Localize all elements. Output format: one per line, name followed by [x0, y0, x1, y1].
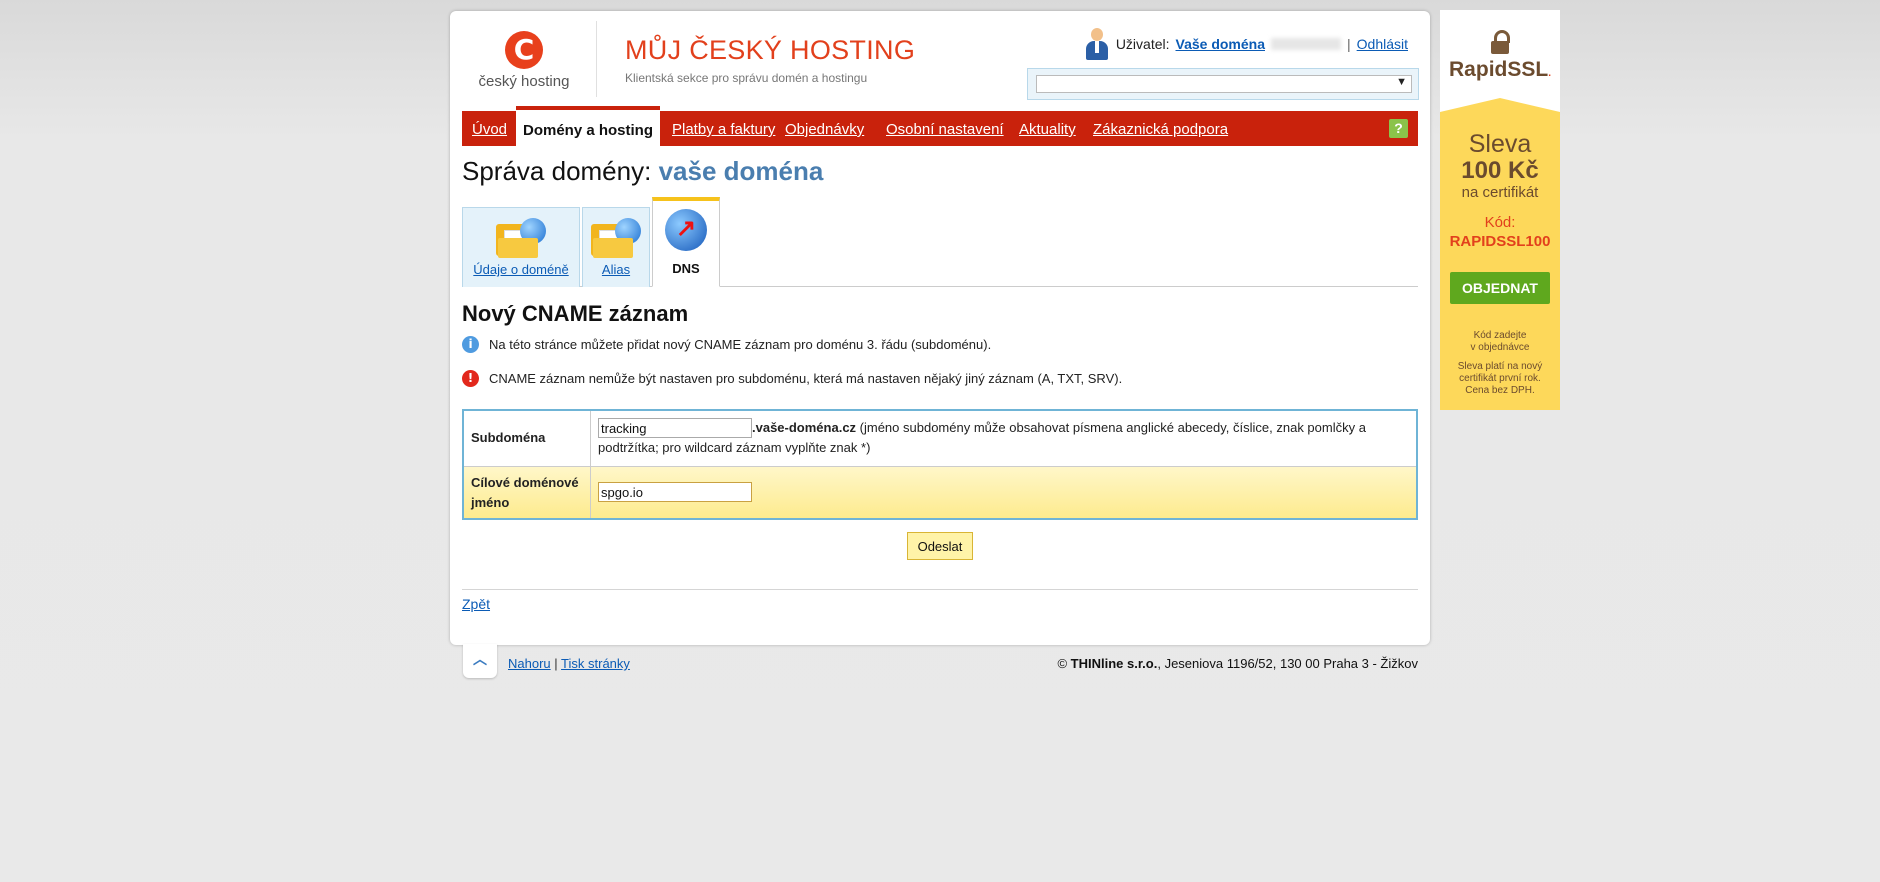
footer-up-link[interactable]: Nahoru [508, 656, 551, 671]
header-title: MŮJ ČESKÝ HOSTING [625, 35, 916, 65]
nav-domeny-a-hosting[interactable]: Domény a hosting [516, 106, 660, 146]
logo-text: český hosting [478, 73, 570, 90]
user-bar: Uživatel: Vaše doména | Odhlásit [1084, 28, 1408, 60]
folder-globe-icon [496, 218, 546, 258]
nav-platby-a-faktury[interactable]: Platby a faktury [672, 121, 775, 138]
ad-brand: RapidSSL. [1440, 58, 1560, 82]
ad-sleva: Sleva [1468, 130, 1532, 158]
tab-udaje-o-domene[interactable]: Údaje o doméně [462, 207, 580, 287]
target-input[interactable] [598, 482, 752, 502]
dns-globe-icon: ↗ [665, 209, 707, 251]
domain-suffix: .vaše-doména.cz [752, 420, 857, 435]
footer-company: THINline s.r.o. [1070, 656, 1158, 671]
ad-note-2a: Sleva platí na nový [1457, 361, 1543, 372]
subdomain-label: Subdoména [471, 430, 546, 445]
tab-dns[interactable]: ↗ DNS [652, 197, 720, 287]
error-text: CNAME záznam nemůže být nastaven pro sub… [489, 371, 1123, 386]
page-title: Správa domény: vaše doména [462, 156, 823, 187]
logout-link[interactable]: Odhlásit [1357, 36, 1408, 52]
copyright-symbol: © [1057, 656, 1068, 671]
info-icon: i [462, 336, 479, 353]
user-name-link[interactable]: Vaše doména [1176, 36, 1266, 52]
ad-code: RAPIDSSL100 [1449, 233, 1551, 250]
section-title: Nový CNAME záznam [462, 301, 689, 326]
ad-brand-mark: . [1548, 68, 1551, 79]
subdomain-hint-block: .vaše-doména.cz (jméno subdomény může ob… [598, 418, 1408, 458]
ad-code-label: Kód: [1484, 214, 1516, 231]
header-subtitle: Klientská sekce pro správu domén a hosti… [625, 71, 868, 85]
main-panel: C český hosting MŮJ ČESKÝ HOSTING Klient… [450, 11, 1430, 645]
user-icon [1084, 28, 1110, 60]
target-row: Cílové doménové jméno [464, 467, 1416, 518]
form-column-divider [590, 411, 591, 518]
footer-links: Nahoru | Tisk stránky [508, 656, 630, 671]
page-title-domain: vaše doména [658, 156, 824, 186]
back-link[interactable]: Zpět [462, 596, 490, 612]
ad-cert: na certifikát [1461, 184, 1539, 201]
nav-osobni-nastaveni[interactable]: Osobní nastavení [886, 121, 1004, 138]
logo-c-icon: C [505, 31, 543, 69]
main-nav: Úvod Domény a hosting Platby a faktury O… [462, 106, 1418, 146]
bottom-divider [462, 589, 1418, 590]
cname-form: Subdoména .vaše-doména.cz (jméno subdomé… [462, 409, 1418, 520]
nav-aktuality[interactable]: Aktuality [1019, 121, 1076, 138]
ad-note-1a: Kód zadejte [1473, 330, 1527, 341]
info-text: Na této stránce můžete přidat nový CNAME… [489, 337, 992, 352]
ad-header [1440, 10, 1560, 98]
tab-alias-label[interactable]: Alias [583, 262, 649, 277]
nav-objednavky[interactable]: Objednávky [785, 121, 864, 138]
target-label: Cílové doménové jméno [471, 475, 579, 510]
footer-sep: | [554, 656, 558, 671]
user-label: Uživatel: [1115, 36, 1170, 52]
info-message: i Na této stránce můžete přidat nový CNA… [462, 336, 991, 353]
dropdown-arrow-icon: ▼ [1396, 76, 1407, 88]
footer-print-link[interactable]: Tisk stránky [561, 656, 630, 671]
warning-icon: ! [462, 370, 479, 387]
subdomain-hint: (jméno subdomény může obsahovat písmena … [598, 420, 1366, 455]
nav-zakaznicka-podpora[interactable]: Zákaznická podpora [1093, 121, 1228, 138]
redacted-text [1271, 38, 1341, 50]
tab-udaje-label[interactable]: Údaje o doméně [463, 262, 579, 277]
nav-uvod[interactable]: Úvod [472, 121, 507, 138]
cesky-hosting-logo[interactable]: C český hosting [476, 31, 572, 90]
rapidssl-ad[interactable]: RapidSSL. Sleva 100 Kč na certifikát Kód… [1440, 10, 1560, 410]
folder-alias-icon [591, 218, 641, 258]
ad-brand-text: RapidSSL [1449, 58, 1549, 81]
ad-note-2c: Cena bez DPH. [1465, 385, 1535, 396]
subdomain-row: Subdoména .vaše-doména.cz (jméno subdomé… [464, 411, 1416, 467]
submit-button[interactable]: Odeslat [907, 532, 973, 560]
footer-address: , Jeseniova 1196/52, 130 00 Praha 3 - Ži… [1157, 656, 1418, 671]
error-message: ! CNAME záznam nemůže být nastaven pro s… [462, 370, 1122, 387]
page-title-prefix: Správa domény: [462, 156, 652, 186]
ad-note-1b: v objednávce [1470, 342, 1530, 353]
ad-amount: 100 Kč [1461, 157, 1539, 184]
domain-select-wrapper: ▼ [1027, 68, 1419, 100]
domain-select[interactable]: ▼ [1036, 75, 1412, 93]
chevron-up-icon[interactable]: ︿ [463, 644, 497, 678]
ad-notch [1440, 98, 1560, 112]
header-divider [596, 21, 597, 97]
footer-copyright: © THINline s.r.o., Jeseniova 1196/52, 13… [1057, 656, 1418, 671]
padlock-icon [1491, 30, 1510, 54]
tab-alias[interactable]: Alias [582, 207, 650, 287]
user-separator: | [1347, 36, 1351, 52]
help-icon[interactable]: ? [1389, 119, 1408, 138]
tab-dns-label: DNS [672, 261, 700, 276]
ad-note-2b: certifikát první rok. [1459, 373, 1541, 384]
ad-order-button[interactable]: OBJEDNAT [1450, 272, 1550, 304]
